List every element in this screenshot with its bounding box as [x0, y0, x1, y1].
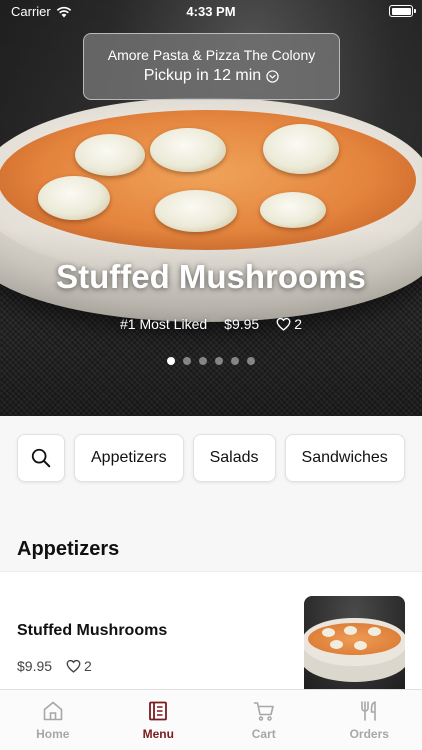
tab-cart[interactable]: Cart	[211, 690, 317, 750]
tab-orders-label: Orders	[349, 727, 389, 741]
carousel-dot[interactable]	[231, 357, 239, 365]
tab-cart-label: Cart	[251, 727, 276, 741]
restaurant-name: Amore Pasta & Pizza The Colony	[107, 47, 316, 63]
clock: 4:33 PM	[186, 4, 236, 19]
search-button[interactable]	[17, 434, 65, 482]
tab-orders[interactable]: Orders	[317, 690, 422, 750]
chevron-down-circle-icon	[266, 69, 279, 83]
heart-icon	[66, 659, 81, 673]
tab-menu[interactable]: Menu	[106, 690, 212, 750]
carousel-dot[interactable]	[247, 357, 255, 365]
menu-item-likes-count: 2	[84, 658, 92, 674]
carousel-dot[interactable]	[167, 357, 175, 365]
menu-item-thumbnail	[304, 596, 405, 690]
battery-icon	[389, 5, 416, 17]
carousel-dots[interactable]	[0, 357, 422, 365]
menu-item[interactable]: Stuffed Mushrooms $9.95 2	[0, 571, 422, 690]
section-title: Appetizers	[17, 538, 120, 560]
carousel-dot[interactable]	[199, 357, 207, 365]
hero-title: Stuffed Mushrooms	[56, 258, 366, 295]
status-bar: Carrier 4:33 PM	[0, 0, 422, 24]
tab-bar: Home Menu Cart Orders	[0, 689, 422, 750]
carousel-dot[interactable]	[183, 357, 191, 365]
fork-knife-icon	[361, 701, 377, 721]
heart-icon	[276, 317, 291, 331]
hero-meta: #1 Most Liked $9.95 2	[0, 316, 422, 332]
menu-icon	[149, 701, 168, 721]
menu-item-name: Stuffed Mushrooms	[17, 622, 168, 639]
category-chip-appetizers[interactable]: Appetizers	[74, 434, 184, 482]
hero-price: $9.95	[224, 316, 260, 332]
carousel-dot[interactable]	[215, 357, 223, 365]
cart-icon	[253, 702, 274, 721]
menu-item-likes[interactable]: 2	[66, 658, 92, 674]
restaurant-selector[interactable]: Amore Pasta & Pizza The Colony Pickup in…	[83, 33, 340, 100]
home-icon	[43, 701, 63, 721]
pickup-label: Pickup in 12 min	[143, 67, 262, 84]
hero-banner[interactable]: Carrier 4:33 PM Amore Pasta & Pizza The …	[0, 0, 422, 416]
tab-home[interactable]: Home	[0, 690, 106, 750]
category-chip-sandwiches[interactable]: Sandwiches	[284, 434, 405, 482]
pickup-time: Pickup in 12 min	[84, 67, 339, 85]
category-bar: Appetizers Salads Sandwiches Appetizers	[0, 416, 422, 571]
hero-likes[interactable]: 2	[276, 316, 302, 332]
tab-home-label: Home	[36, 727, 70, 741]
category-chips: Appetizers Salads Sandwiches	[17, 434, 405, 482]
search-icon	[31, 448, 51, 468]
menu-item-price: $9.95	[17, 658, 53, 674]
category-chip-salads[interactable]: Salads	[192, 434, 276, 482]
hero-likes-count: 2	[294, 316, 302, 332]
tab-menu-label: Menu	[142, 727, 174, 741]
hero-rank: #1 Most Liked	[119, 316, 208, 332]
menu-item-meta: $9.95 2	[17, 658, 92, 674]
